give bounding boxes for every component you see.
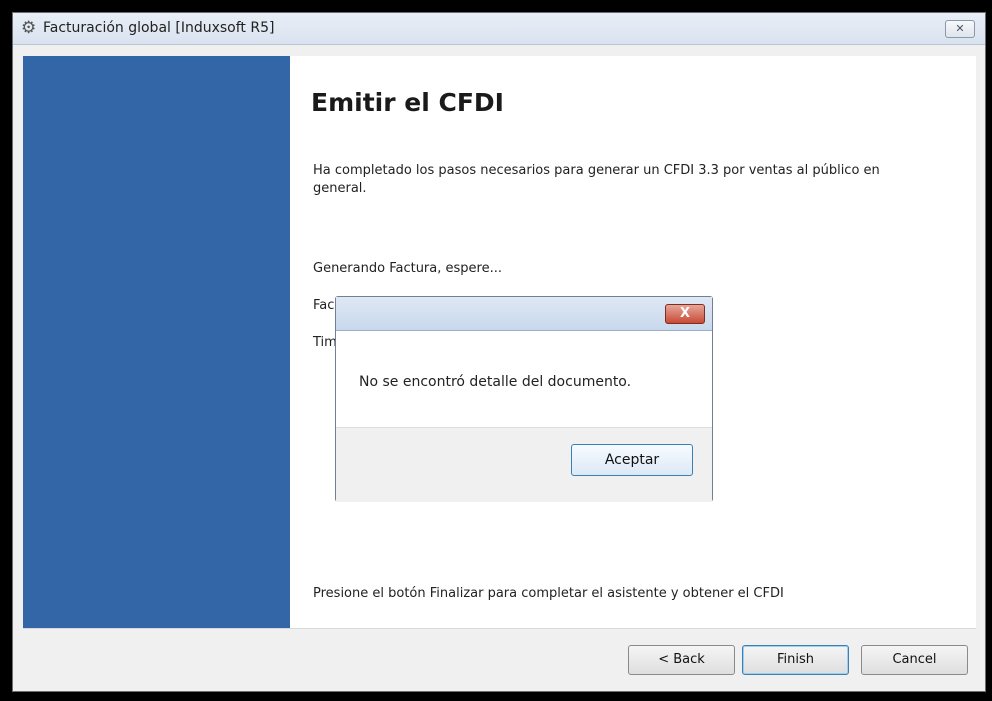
dialog-footer: Aceptar xyxy=(336,427,712,502)
message-dialog: X No se encontró detalle del documento. … xyxy=(335,296,713,502)
footer-divider xyxy=(23,628,976,629)
dialog-title-bar[interactable]: X xyxy=(336,297,712,331)
back-button[interactable]: < Back xyxy=(628,645,735,675)
wizard-sidebar xyxy=(23,56,290,628)
status-generating: Generando Factura, espere... xyxy=(313,261,502,276)
finish-button[interactable]: Finish xyxy=(742,645,849,675)
footer-instruction: Presione el botón Finalizar para complet… xyxy=(313,586,784,601)
cancel-button[interactable]: Cancel xyxy=(861,645,968,675)
dialog-message: No se encontró detalle del documento. xyxy=(359,374,632,390)
window-title: Facturación global [Induxsoft R5] xyxy=(43,20,275,36)
status-timbrado-line: Tim xyxy=(313,335,337,350)
title-bar[interactable]: ⚙ Facturación global [Induxsoft R5] ✕ xyxy=(13,13,985,45)
page-title: Emitir el CFDI xyxy=(311,88,504,117)
status-factura-line: Fac xyxy=(313,298,335,313)
dialog-close-button[interactable]: X xyxy=(665,304,705,324)
window-close-button[interactable]: ✕ xyxy=(945,20,975,38)
gear-icon: ⚙ xyxy=(21,18,37,38)
intro-text: Ha completado los pasos necesarios para … xyxy=(313,163,880,196)
dialog-ok-button[interactable]: Aceptar xyxy=(571,444,693,476)
main-window: ⚙ Facturación global [Induxsoft R5] ✕ Em… xyxy=(12,12,986,692)
